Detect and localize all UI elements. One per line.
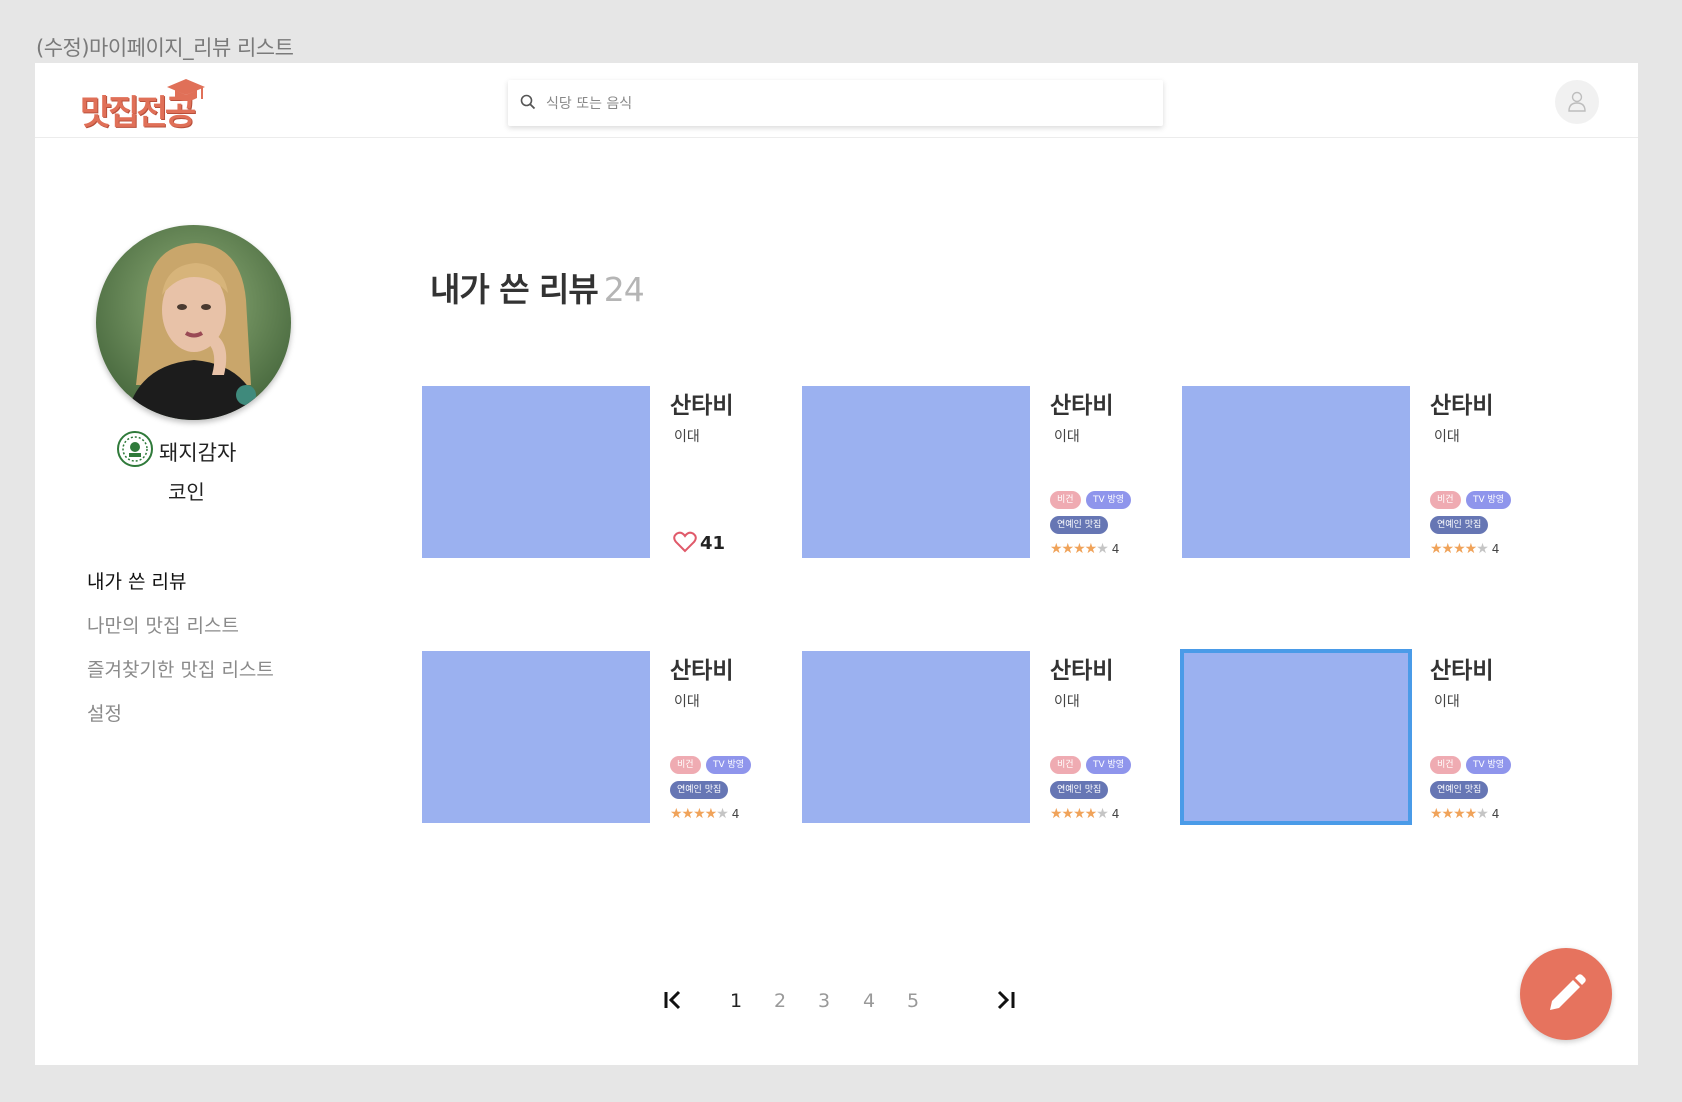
star-rating: ★★★★★ 4 [1430, 541, 1499, 557]
sidebar-item-my-reviews[interactable]: 내가 쓴 리뷰 [87, 560, 274, 604]
restaurant-name: 산타비 [1050, 393, 1114, 419]
search-input[interactable] [544, 89, 1148, 119]
star-empty-icon: ★ [1096, 806, 1109, 822]
restaurant-thumbnail[interactable] [422, 386, 650, 558]
tag-vegan: 비건 [670, 756, 701, 774]
tag-tv: TV 방영 [1086, 491, 1132, 509]
sidebar-nav: 내가 쓴 리뷰 나만의 맛집 리스트 즐겨찾기한 맛집 리스트 설정 [87, 560, 274, 736]
search-icon [520, 94, 536, 110]
restaurant-name: 산타비 [1430, 658, 1494, 684]
restaurant-thumbnail[interactable] [802, 386, 1030, 558]
rating-score: 4 [1491, 807, 1500, 821]
page-title: 내가 쓴 리뷰 24 [430, 263, 645, 311]
search-bar[interactable] [508, 80, 1163, 126]
tag-celebrity: 연예인 맛집 [1050, 516, 1109, 534]
star-rating: ★★★★★ 4 [1430, 806, 1499, 822]
user-menu-button[interactable] [1555, 80, 1599, 124]
page: 맛집전공 식당 또는 음식 돼지감자 코인 내가 쓴 리뷰 나만의 맛집 리스트… [35, 63, 1638, 1065]
restaurant-thumbnail-selected[interactable] [1180, 649, 1412, 825]
review-count: 24 [603, 270, 645, 309]
star-icon: ★★★★ [1430, 541, 1477, 557]
tag-tv: TV 방영 [1466, 756, 1512, 774]
star-icon: ★★★★ [1430, 806, 1477, 822]
write-review-button[interactable] [1520, 948, 1612, 1040]
user-icon [1568, 91, 1586, 112]
last-page-icon[interactable] [995, 988, 1017, 1012]
restaurant-name: 산타비 [670, 658, 734, 684]
star-rating: ★★★★★ 4 [1050, 541, 1119, 557]
graduation-cap-icon [167, 79, 205, 101]
profile-photo [96, 225, 291, 420]
rating-score: 4 [731, 807, 740, 821]
tag-celebrity: 연예인 맛집 [670, 781, 729, 799]
page-3[interactable]: 3 [818, 990, 830, 1012]
tag-celebrity: 연예인 맛집 [1430, 516, 1489, 534]
page-title-text: 내가 쓴 리뷰 [430, 270, 599, 309]
restaurant-thumbnail[interactable] [802, 651, 1030, 823]
star-empty-icon: ★ [1476, 806, 1489, 822]
sidebar-item-settings[interactable]: 설정 [87, 692, 274, 736]
tag-tv: TV 방영 [1086, 756, 1132, 774]
restaurant-location: 이대 [674, 429, 700, 445]
pagination: 1 2 3 4 5 [663, 988, 1033, 1018]
tag-celebrity: 연예인 맛집 [1050, 781, 1109, 799]
restaurant-location: 이대 [1434, 694, 1460, 710]
like-count: 41 [700, 533, 726, 554]
tag-vegan: 비건 [1050, 491, 1081, 509]
review-card[interactable]: 산타비 이대 비건 TV 방영 연예인 맛집 ★★★★★ 4 [422, 651, 782, 826]
restaurant-thumbnail[interactable] [1182, 386, 1410, 558]
pencil-icon [1550, 974, 1586, 1010]
user-level: 코인 [168, 480, 205, 504]
star-rating: ★★★★★ 4 [1050, 806, 1119, 822]
rating-score: 4 [1111, 807, 1120, 821]
star-empty-icon: ★ [716, 806, 729, 822]
restaurant-name: 산타비 [1050, 658, 1114, 684]
sidebar-item-my-list[interactable]: 나만의 맛집 리스트 [87, 604, 274, 648]
sidebar-item-favorites[interactable]: 즐겨찾기한 맛집 리스트 [87, 648, 274, 692]
avatar [96, 225, 291, 420]
frame-title: (수정)마이페이지_리뷰 리스트 [36, 36, 294, 60]
review-card[interactable]: 산타비 이대 비건 TV 방영 연예인 맛집 ★★★★★ 4 [1182, 386, 1542, 561]
tag-vegan: 비건 [1050, 756, 1081, 774]
star-icon: ★★★★ [670, 806, 717, 822]
first-page-icon[interactable] [663, 988, 685, 1012]
rating-score: 4 [1491, 542, 1500, 556]
restaurant-thumbnail[interactable] [422, 651, 650, 823]
tag-tv: TV 방영 [706, 756, 752, 774]
star-icon: ★★★★ [1050, 541, 1097, 557]
restaurant-name: 산타비 [1430, 393, 1494, 419]
restaurant-location: 이대 [1434, 429, 1460, 445]
page-2[interactable]: 2 [774, 990, 786, 1012]
tag-vegan: 비건 [1430, 756, 1461, 774]
tag-vegan: 비건 [1430, 491, 1461, 509]
star-empty-icon: ★ [1096, 541, 1109, 557]
restaurant-location: 이대 [1054, 694, 1080, 710]
page-1[interactable]: 1 [730, 990, 742, 1012]
tag-tv: TV 방영 [1466, 491, 1512, 509]
page-5[interactable]: 5 [907, 990, 919, 1012]
nickname: 돼지감자 [159, 441, 237, 465]
star-empty-icon: ★ [1476, 541, 1489, 557]
heart-icon[interactable] [673, 531, 697, 553]
star-icon: ★★★★ [1050, 806, 1097, 822]
logo[interactable]: 맛집전공 [80, 77, 210, 133]
review-card[interactable]: 산타비 이대 41 [422, 386, 782, 561]
star-rating: ★★★★★ 4 [670, 806, 739, 822]
review-card[interactable]: 산타비 이대 비건 TV 방영 연예인 맛집 ★★★★★ 4 [802, 386, 1162, 561]
restaurant-location: 이대 [674, 694, 700, 710]
coin-badge-icon [117, 431, 153, 467]
review-card[interactable]: 산타비 이대 비건 TV 방영 연예인 맛집 ★★★★★ 4 [802, 651, 1162, 826]
restaurant-name: 산타비 [670, 393, 734, 419]
restaurant-location: 이대 [1054, 429, 1080, 445]
top-bar: 맛집전공 [35, 63, 1638, 138]
tag-celebrity: 연예인 맛집 [1430, 781, 1489, 799]
page-4[interactable]: 4 [863, 990, 875, 1012]
review-card[interactable]: 산타비 이대 비건 TV 방영 연예인 맛집 ★★★★★ 4 [1180, 649, 1542, 826]
rating-score: 4 [1111, 542, 1120, 556]
